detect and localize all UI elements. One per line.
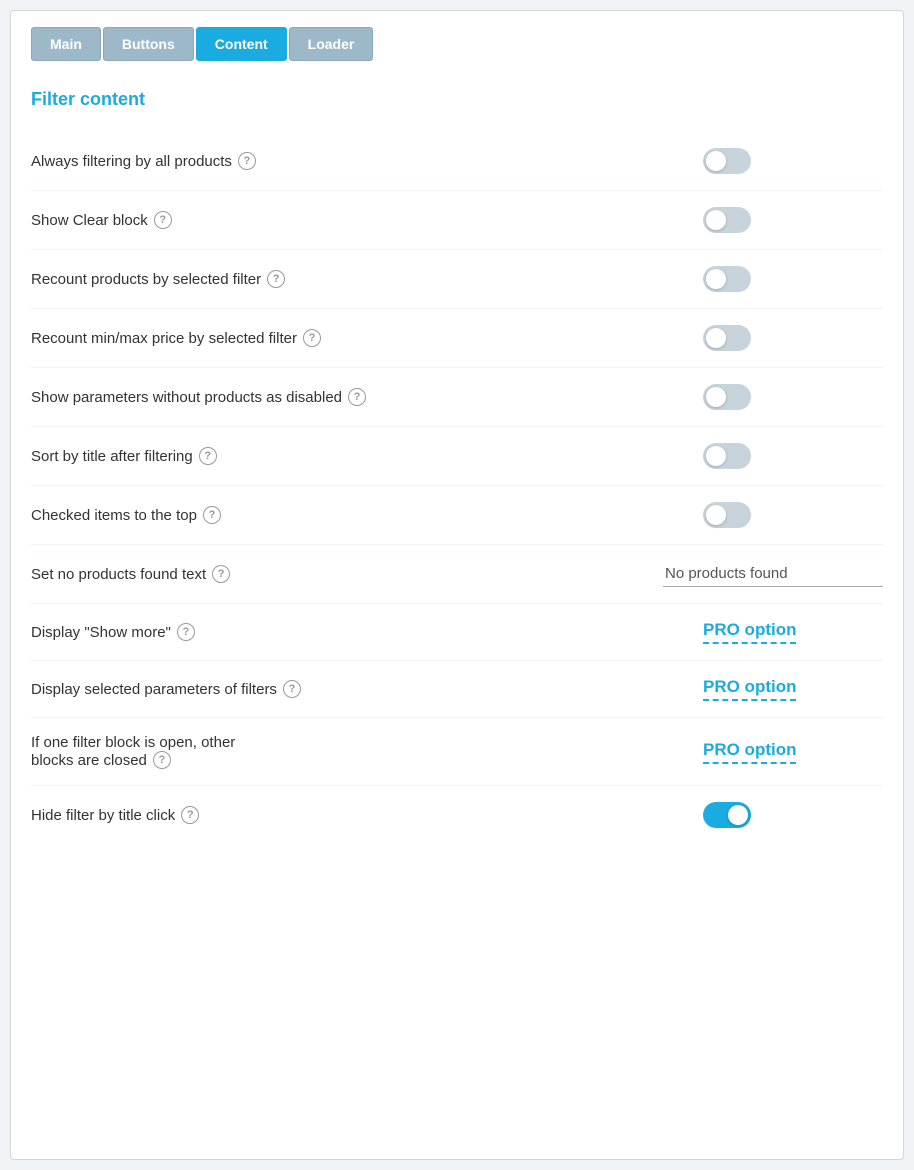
pro-option-display-show-more[interactable]: PRO option: [703, 620, 796, 644]
help-icon-display-selected-params[interactable]: ?: [283, 680, 301, 698]
setting-label-text-checked-items-top: Checked items to the top: [31, 507, 197, 524]
setting-label-display-selected-params: Display selected parameters of filters?: [31, 680, 301, 698]
toggle-slider-hide-filter-title: [703, 802, 751, 828]
setting-control-always-filtering: [703, 148, 883, 174]
setting-control-sort-by-title: [703, 443, 883, 469]
setting-label-one-filter-open: If one filter block is open, otherblocks…: [31, 734, 235, 769]
tab-bar: MainButtonsContentLoader: [31, 27, 883, 61]
setting-label-show-clear-block: Show Clear block?: [31, 211, 172, 229]
setting-label-text-display-show-more: Display "Show more": [31, 624, 171, 641]
setting-row-sort-by-title: Sort by title after filtering?: [31, 427, 883, 486]
help-icon-always-filtering[interactable]: ?: [238, 152, 256, 170]
help-icon-no-products-text[interactable]: ?: [212, 565, 230, 583]
setting-row-display-selected-params: Display selected parameters of filters? P…: [31, 661, 883, 718]
setting-row-hide-filter-title: Hide filter by title click?: [31, 786, 883, 844]
setting-label-text-no-products-text: Set no products found text: [31, 566, 206, 583]
setting-label-sort-by-title: Sort by title after filtering?: [31, 447, 217, 465]
setting-row-always-filtering: Always filtering by all products?: [31, 132, 883, 191]
setting-control-display-show-more: PRO option: [703, 620, 883, 644]
setting-control-show-parameters: [703, 384, 883, 410]
setting-label-display-show-more: Display "Show more"?: [31, 623, 195, 641]
pro-option-one-filter-open[interactable]: PRO option: [703, 740, 796, 764]
tab-main[interactable]: Main: [31, 27, 101, 61]
tab-buttons[interactable]: Buttons: [103, 27, 194, 61]
toggle-slider-recount-products: [703, 266, 751, 292]
setting-label-text-show-clear-block: Show Clear block: [31, 212, 148, 229]
setting-control-recount-price: [703, 325, 883, 351]
setting-row-no-products-text: Set no products found text?: [31, 545, 883, 604]
setting-label-show-parameters: Show parameters without products as disa…: [31, 388, 366, 406]
setting-control-recount-products: [703, 266, 883, 292]
help-icon-one-filter-open[interactable]: ?: [153, 751, 171, 769]
setting-row-show-parameters: Show parameters without products as disa…: [31, 368, 883, 427]
setting-row-show-clear-block: Show Clear block?: [31, 191, 883, 250]
setting-label-text-recount-price: Recount min/max price by selected filter: [31, 330, 297, 347]
toggle-show-parameters[interactable]: [703, 384, 751, 410]
setting-label-text-show-parameters: Show parameters without products as disa…: [31, 389, 342, 406]
setting-label-recount-price: Recount min/max price by selected filter…: [31, 329, 321, 347]
toggle-recount-price[interactable]: [703, 325, 751, 351]
toggle-hide-filter-title[interactable]: [703, 802, 751, 828]
setting-control-checked-items-top: [703, 502, 883, 528]
help-icon-recount-price[interactable]: ?: [303, 329, 321, 347]
setting-label-text-always-filtering: Always filtering by all products: [31, 153, 232, 170]
help-icon-recount-products[interactable]: ?: [267, 270, 285, 288]
toggle-slider-sort-by-title: [703, 443, 751, 469]
toggle-slider-show-parameters: [703, 384, 751, 410]
setting-row-recount-products: Recount products by selected filter?: [31, 250, 883, 309]
help-icon-display-show-more[interactable]: ?: [177, 623, 195, 641]
text-input-no-products-text[interactable]: [663, 561, 883, 587]
toggle-slider-checked-items-top: [703, 502, 751, 528]
setting-control-display-selected-params: PRO option: [703, 677, 883, 701]
setting-label-no-products-text: Set no products found text?: [31, 565, 230, 583]
setting-label-hide-filter-title: Hide filter by title click?: [31, 806, 199, 824]
setting-label-text-sort-by-title: Sort by title after filtering: [31, 448, 193, 465]
help-icon-show-parameters[interactable]: ?: [348, 388, 366, 406]
tab-content[interactable]: Content: [196, 27, 287, 61]
toggle-always-filtering[interactable]: [703, 148, 751, 174]
toggle-sort-by-title[interactable]: [703, 443, 751, 469]
setting-control-no-products-text: [663, 561, 883, 587]
setting-label-text-hide-filter-title: Hide filter by title click: [31, 807, 175, 824]
settings-container: MainButtonsContentLoader Filter content …: [10, 10, 904, 1160]
setting-label-text-recount-products: Recount products by selected filter: [31, 271, 261, 288]
setting-control-one-filter-open: PRO option: [703, 740, 883, 764]
toggle-recount-products[interactable]: [703, 266, 751, 292]
help-icon-checked-items-top[interactable]: ?: [203, 506, 221, 524]
setting-row-display-show-more: Display "Show more"? PRO option: [31, 604, 883, 661]
setting-row-one-filter-open: If one filter block is open, otherblocks…: [31, 718, 883, 786]
setting-label-checked-items-top: Checked items to the top?: [31, 506, 221, 524]
setting-label-recount-products: Recount products by selected filter?: [31, 270, 285, 288]
setting-control-hide-filter-title: [703, 802, 883, 828]
toggle-checked-items-top[interactable]: [703, 502, 751, 528]
setting-label-always-filtering: Always filtering by all products?: [31, 152, 256, 170]
pro-option-display-selected-params[interactable]: PRO option: [703, 677, 796, 701]
section-title: Filter content: [31, 89, 883, 110]
setting-label-text-display-selected-params: Display selected parameters of filters: [31, 681, 277, 698]
setting-row-recount-price: Recount min/max price by selected filter…: [31, 309, 883, 368]
tab-loader[interactable]: Loader: [289, 27, 374, 61]
help-icon-hide-filter-title[interactable]: ?: [181, 806, 199, 824]
help-icon-show-clear-block[interactable]: ?: [154, 211, 172, 229]
setting-control-show-clear-block: [703, 207, 883, 233]
settings-list: Always filtering by all products?Show Cl…: [31, 132, 883, 844]
setting-row-checked-items-top: Checked items to the top?: [31, 486, 883, 545]
toggle-slider-show-clear-block: [703, 207, 751, 233]
toggle-show-clear-block[interactable]: [703, 207, 751, 233]
toggle-slider-recount-price: [703, 325, 751, 351]
toggle-slider-always-filtering: [703, 148, 751, 174]
help-icon-sort-by-title[interactable]: ?: [199, 447, 217, 465]
